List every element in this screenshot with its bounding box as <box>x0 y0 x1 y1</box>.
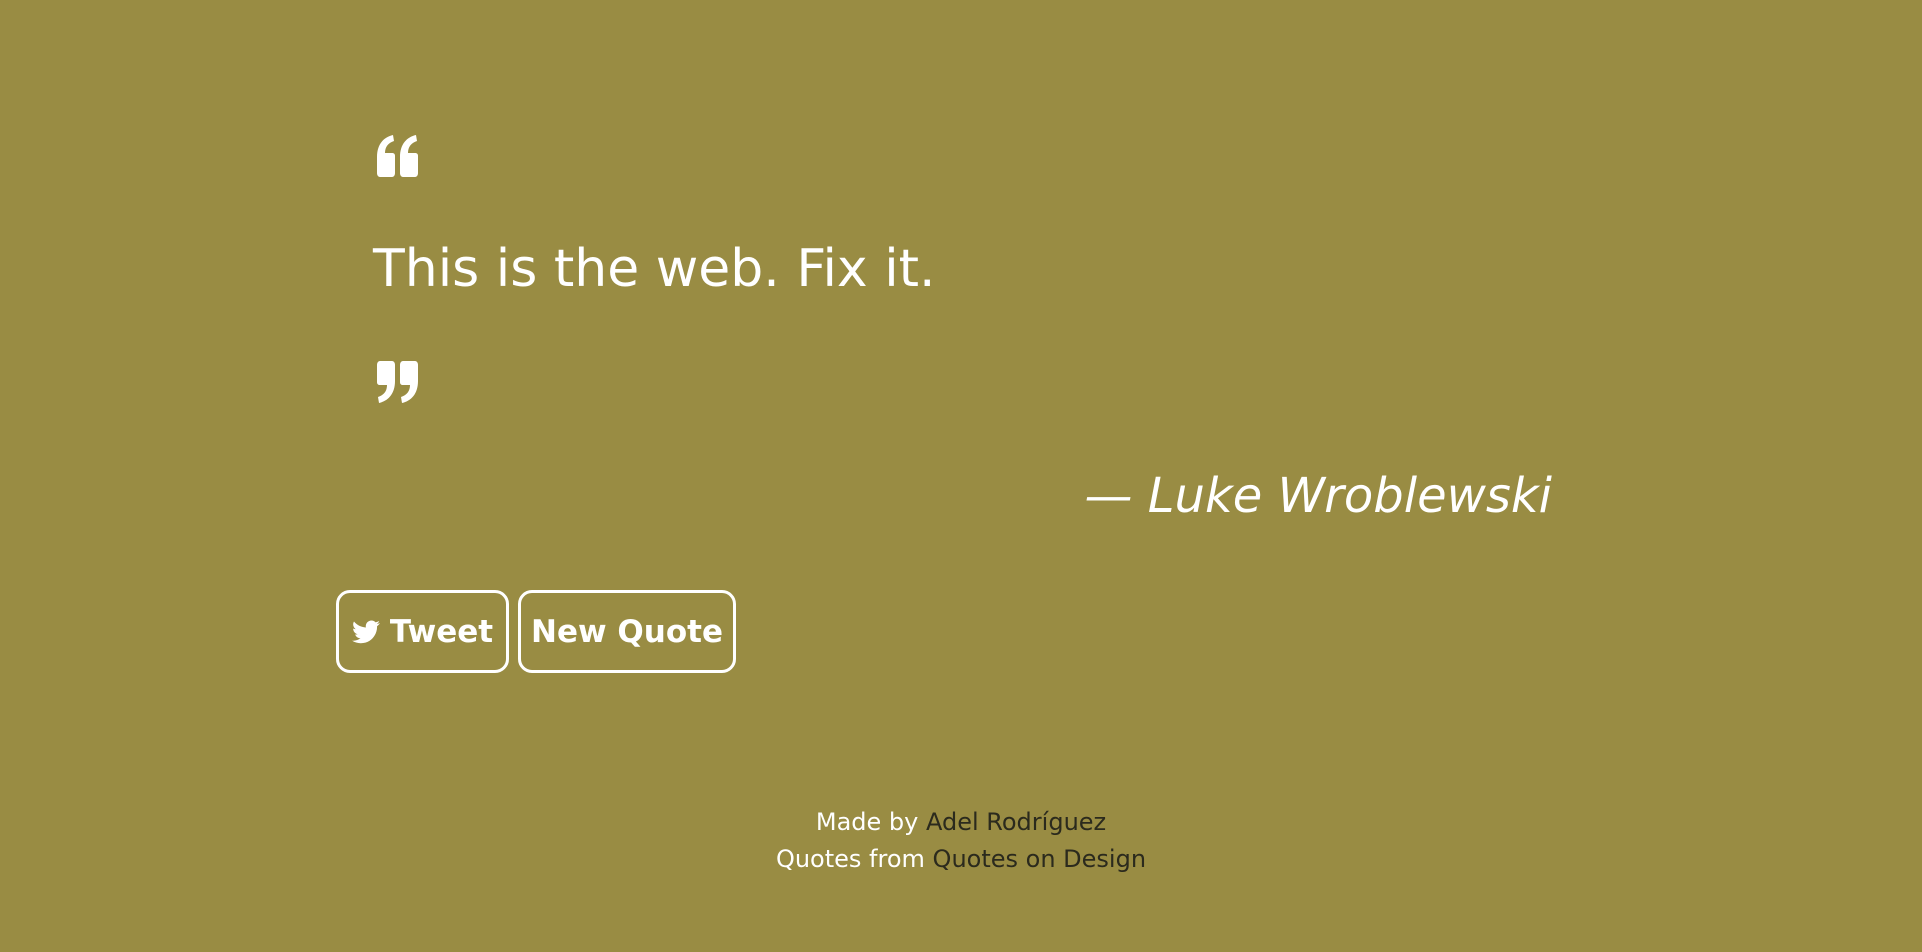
tweet-button-label: Tweet <box>389 613 494 650</box>
quotes-on-design-link[interactable]: Quotes on Design <box>933 845 1146 873</box>
new-quote-button[interactable]: New Quote <box>518 590 736 673</box>
tweet-button[interactable]: Tweet <box>336 590 509 673</box>
quote-right-icon <box>377 361 418 403</box>
new-quote-button-label: New Quote <box>531 613 723 650</box>
quotes-from-text: Quotes from <box>775 845 925 873</box>
quote-author: — Luke Wroblewski <box>1084 468 1552 524</box>
made-by-text: Made by <box>815 808 919 836</box>
quote-page: This is the web. Fix it. — Luke Wroblews… <box>0 0 1922 952</box>
footer-made-by: Made by Adel Rodríguez <box>0 804 1922 841</box>
footer-quotes-source: Quotes from Quotes on Design <box>0 841 1922 878</box>
twitter-icon <box>351 619 380 643</box>
quote-text: This is the web. Fix it. <box>373 239 936 299</box>
author-link[interactable]: Adel Rodríguez <box>926 808 1106 836</box>
quote-left-icon <box>377 135 418 177</box>
